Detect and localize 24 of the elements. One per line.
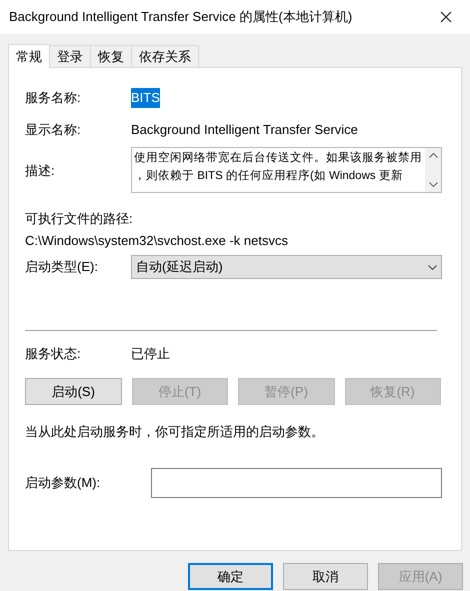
- field-label: 描述:: [25, 163, 55, 178]
- window-title: Background Intelligent Transfer Service 的属性(本地计算机): [9, 8, 352, 26]
- field-label: 显示名称:: [25, 121, 82, 140]
- field-label: 启动参数(M):: [25, 474, 100, 490]
- field-label: 启动类型(E):: [25, 258, 99, 276]
- field-label: 服务名称:: [25, 89, 82, 108]
- tab[interactable]: 常规: [8, 44, 50, 68]
- status-value: 已停止: [131, 345, 170, 364]
- startup-type-dropdown[interactable]: 自动(延迟启动): [131, 255, 442, 279]
- path-text: C:\Windows\system32\svchost.exe -k netsvcs: [25, 232, 289, 249]
- tab[interactable]: 登录: [50, 45, 91, 67]
- description-line: 使用空闲网络带宽在后台传送文件。如果该服务被禁用: [134, 150, 423, 166]
- field-label: 服务状态:: [25, 345, 82, 364]
- dialog-button[interactable]: 取消: [283, 563, 368, 590]
- dialog-button[interactable]: 确定: [188, 563, 273, 590]
- field-value: BITS: [131, 88, 160, 108]
- description-box[interactable]: 使用空闲网络带宽在后台传送文件。如果该服务被禁用 ，则依赖于 BITS 的任何应用程序(如 Windows 更新: [131, 147, 442, 193]
- field-value: Background Intelligent Transfer Service: [131, 121, 358, 140]
- description-line: ，则依赖于 BITS 的任何应用程序(如 Windows 更新: [134, 168, 404, 184]
- tab[interactable]: 依存关系: [132, 45, 199, 67]
- field-label: 可执行文件的路径:: [25, 210, 134, 227]
- service-button[interactable]: 启动(S): [25, 378, 122, 405]
- hint-text: 当从此处启动服务时，你可指定所适用的启动参数。: [25, 423, 325, 441]
- tab[interactable]: 恢复: [91, 45, 132, 67]
